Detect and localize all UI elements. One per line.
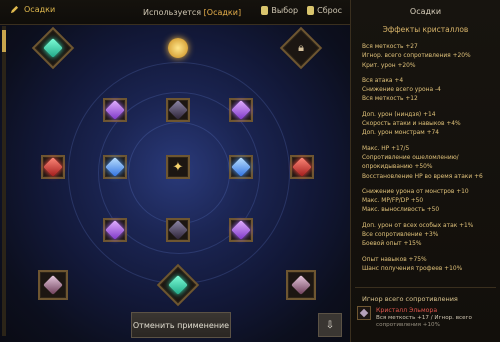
slot-purple-1[interactable] [103,98,127,122]
slot-red-left[interactable] [41,155,65,179]
slot-dark-1[interactable] [166,98,190,122]
effect-line: Макс. выносливость +50 [362,207,440,214]
effect-line: Восстановление HP во время атаки +6 [362,173,483,180]
gold-orb-icon [163,33,193,63]
effect-line: Вся меткость +27 [362,44,418,50]
key-icon [307,6,315,15]
effect-line: Шанс получения трофеев +10% [362,265,463,272]
tab-label: Осадки [24,5,56,14]
reset-label: Сброс [317,6,342,15]
effect-line: Доп. урон монстрам +74 [362,130,440,137]
crystal-entry[interactable]: Кристалл Эльмора Вся меткость +17 / Игно… [357,306,472,328]
effect-line: Скорость атаки и навыков +4% [362,121,461,128]
select-control[interactable]: Выбор [261,6,298,15]
effect-line: Макс. MP/FP/DP +50 [362,198,424,205]
scrollbar[interactable] [2,26,6,336]
slot-pink-bottom-right[interactable] [286,270,316,300]
effect-line: Сопротивление ошеломлению/опрокидыванию … [362,154,459,171]
effects-list: Вся меткость +27 Игнор. всего сопротивле… [362,43,498,274]
hud-controls: Выбор Сброс [261,6,342,15]
reset-control[interactable]: Сброс [307,6,342,15]
effect-line: Снижение всего урона -4 [362,87,441,94]
effect-line: Снижение урона от монстров +10 [362,188,469,195]
effect-line: Крит. урон +20% [362,62,416,69]
slot-pink-bottom-left[interactable] [38,270,68,300]
slot-purple-4[interactable] [229,218,253,242]
slot-teal-bottom[interactable] [156,263,200,307]
crystal-desc: Вся меткость +17 / Игнор. всего [376,315,472,321]
effect-line: Игнор. всего сопротивления +20% [362,53,471,60]
scroll-thumb[interactable] [2,30,6,52]
slot-teal-top-left[interactable] [31,26,75,70]
slot-red-right[interactable] [290,155,314,179]
effect-line: Вся меткость +12 [362,96,418,103]
effect-line: Доп. урон от всех особых атак +1% [362,222,474,229]
lock-icon: 🔒︎ [298,41,304,54]
panel-title: Осадки [409,7,442,16]
slot-blue-right[interactable] [229,155,253,179]
crystal-board: Осадки Используется [Осадки] Выбор Сброс… [0,0,351,342]
select-label: Выбор [271,6,299,15]
crystal-name: Кристалл Эльмора [376,307,438,314]
panel-subtitle: Эффекты кристаллов [382,25,469,34]
used-prefix: Используется [143,8,204,17]
slot-blue-left[interactable] [103,155,127,179]
slot-dark-2[interactable] [166,218,190,242]
tab-osadki[interactable]: Осадки [10,5,55,14]
top-bar: Осадки Используется [Осадки] Выбор Сброс [0,0,350,25]
pencil-icon [10,5,19,14]
key-icon [261,6,269,15]
used-status: Используется [Осадки] [143,8,241,17]
ignore-title: Игнор всего сопротивления [362,295,458,303]
used-value: [Осадки] [203,8,242,17]
effect-line: Доп. урон (ниндзя) +14 [362,111,436,118]
download-icon[interactable]: ⇩ [318,313,342,337]
cancel-apply-button[interactable]: Отменить применение [131,312,231,338]
effect-line: Все сопротивление +3% [362,232,439,239]
slot-purple-3[interactable] [103,218,127,242]
slot-gold-top[interactable] [163,33,193,63]
star-icon: ✦ [172,159,184,175]
slot-locked-top-right[interactable]: 🔒︎ [279,26,323,70]
crystal-icon [357,306,371,320]
effect-line: Опыт навыков +75% [362,256,427,263]
effects-panel: Осадки Эффекты кристаллов Вся меткость +… [351,0,500,342]
slot-center[interactable]: ✦ [166,155,190,179]
crystal-desc-2: сопротивления +10% [376,322,440,328]
divider [355,287,496,288]
effect-line: Вся атака +4 [362,77,404,84]
effect-line: Боевой опыт +15% [362,241,422,248]
slot-purple-2[interactable] [229,98,253,122]
effect-line: Макс. HP +17/5 [362,145,410,152]
